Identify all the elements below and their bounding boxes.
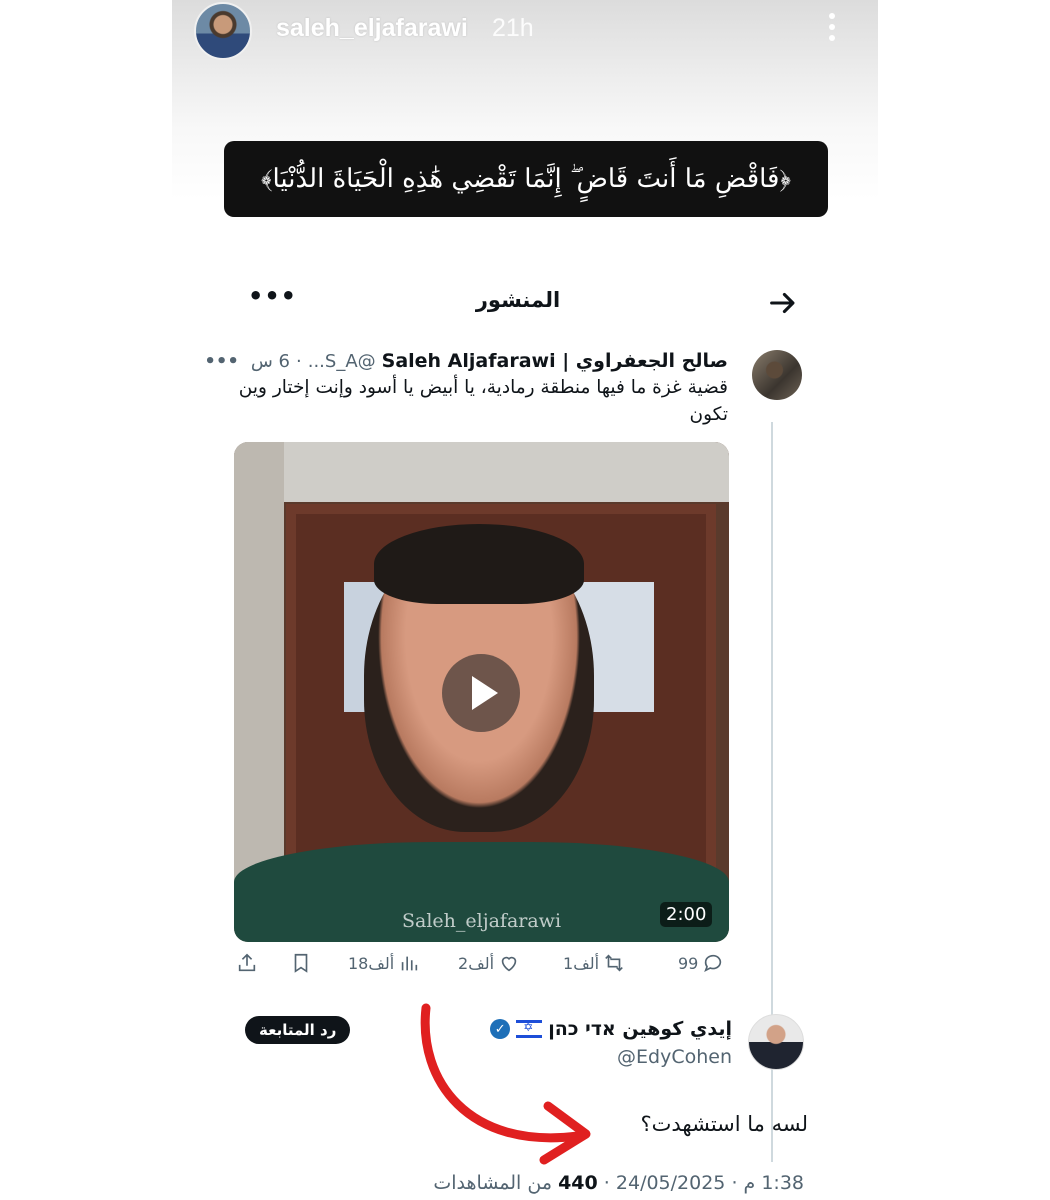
tweet-actions: 99 1ألف 2ألف 18ألف xyxy=(218,952,738,982)
tweet-screenshot: المنشور ••• صالح الجعفراوي | Saleh Aljaf… xyxy=(204,262,818,1200)
reply-button[interactable]: 99 xyxy=(678,952,724,974)
author-handle[interactable]: @S_A... xyxy=(308,351,376,372)
repost-icon xyxy=(605,954,623,972)
views-button[interactable]: 18ألف xyxy=(348,952,420,974)
video-duration: 2:00 xyxy=(660,902,713,927)
more-vertical-icon[interactable] xyxy=(824,10,840,46)
tweet-header: صالح الجعفراوي | Saleh Aljafarawi @S_A..… xyxy=(204,348,728,374)
heart-icon xyxy=(501,956,517,972)
views-total: 440 xyxy=(558,1172,598,1194)
avatar[interactable] xyxy=(194,2,252,60)
post-header: المنشور ••• xyxy=(218,280,818,324)
back-arrow-icon[interactable] xyxy=(766,286,800,320)
share-icon xyxy=(238,953,256,972)
video-frame-wall xyxy=(234,442,729,502)
avatar[interactable] xyxy=(748,1014,804,1070)
play-icon[interactable] xyxy=(442,654,520,732)
video-player[interactable]: Saleh_eljafarawi 2:00 xyxy=(234,442,729,942)
more-icon[interactable]: ••• xyxy=(204,351,239,372)
avatar[interactable] xyxy=(752,350,802,400)
analytics-icon xyxy=(402,956,418,971)
author-name[interactable]: صالح الجعفراوي | Saleh Aljafarawi xyxy=(382,350,728,372)
bookmark-button[interactable] xyxy=(290,952,312,974)
video-watermark: Saleh_eljafarawi xyxy=(401,910,562,932)
tweet-time: 6 س xyxy=(250,350,290,372)
separator-dot: · xyxy=(295,350,302,372)
story-frame: saleh_eljafarawi 21h ﴿فَاقْضِ مَا أَنتَ … xyxy=(172,0,878,1200)
quran-caption: ﴿فَاقْضِ مَا أَنتَ قَاضٍ ۖ إِنَّمَا تَقْ… xyxy=(224,141,828,217)
bookmark-icon xyxy=(294,953,308,973)
post-meta: 1:38 م · 24/05/2025 · 440 من المشاهدات xyxy=(352,1172,804,1194)
share-button[interactable] xyxy=(236,952,258,974)
page-title: المنشور xyxy=(475,288,561,312)
more-icon[interactable]: ••• xyxy=(248,282,297,310)
views-count: 18ألف xyxy=(348,953,395,973)
repost-count: 1ألف xyxy=(563,953,600,973)
reply-count: 99 xyxy=(678,953,699,973)
views-label: من المشاهدات xyxy=(433,1172,553,1194)
video-frame-hair xyxy=(374,524,584,604)
repost-button[interactable]: 1ألف xyxy=(563,952,625,974)
story-username[interactable]: saleh_eljafarawi xyxy=(276,14,468,43)
story-header: saleh_eljafarawi 21h xyxy=(172,0,878,60)
red-arrow-annotation xyxy=(420,1003,591,1165)
like-button[interactable]: 2ألف xyxy=(458,952,520,974)
reply-icon xyxy=(704,954,722,973)
follow-back-button[interactable]: رد المتابعة xyxy=(245,1016,351,1044)
post-datetime: 1:38 م · 24/05/2025 · xyxy=(603,1172,804,1194)
story-time: 21h xyxy=(492,14,534,42)
like-count: 2ألف xyxy=(458,953,495,973)
tweet-text: قضية غزة ما فيها منطقة رمادية، يا أبيض ي… xyxy=(238,377,728,425)
